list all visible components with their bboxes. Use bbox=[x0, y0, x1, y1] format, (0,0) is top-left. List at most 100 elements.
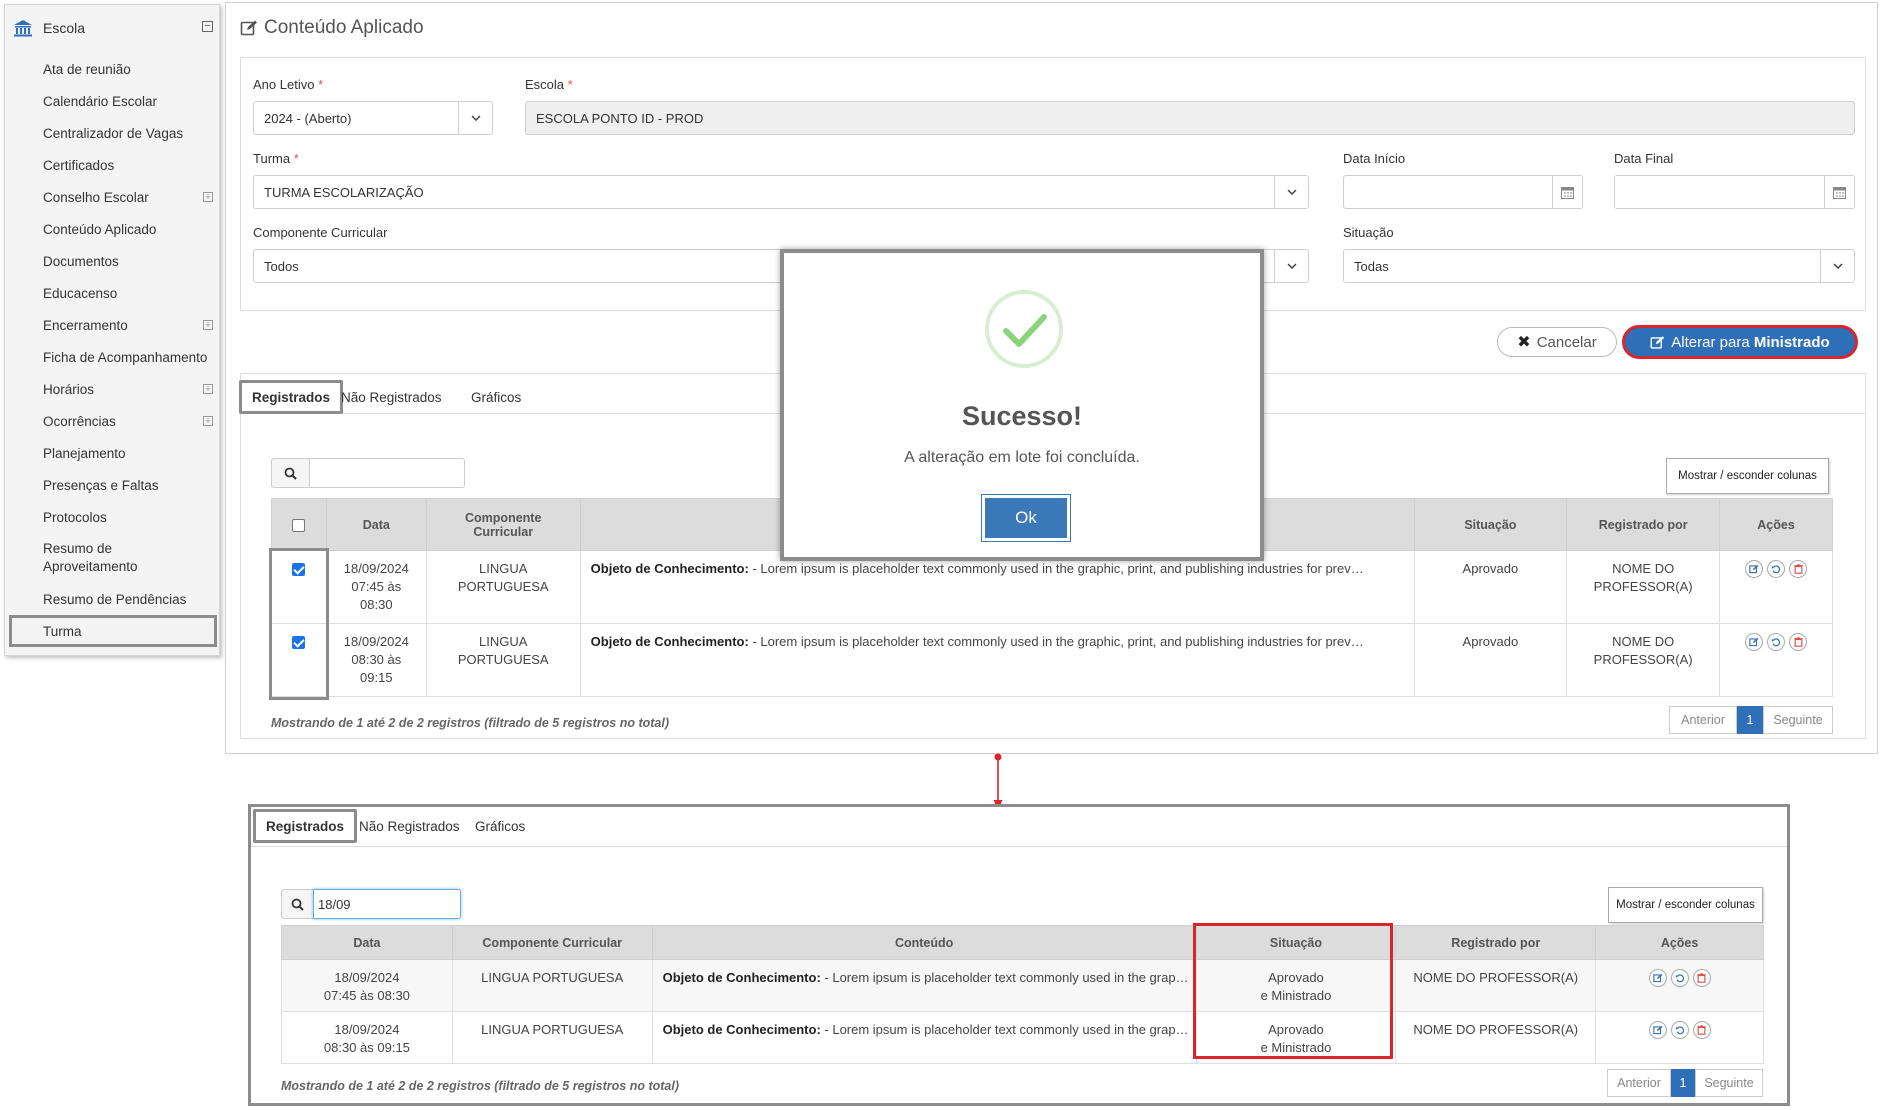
edit-icon[interactable] bbox=[1648, 969, 1667, 987]
pagination-prev[interactable]: Anterior bbox=[1669, 706, 1737, 734]
edit-icon[interactable] bbox=[1745, 633, 1764, 651]
trash-icon[interactable] bbox=[1692, 1021, 1711, 1039]
table-row[interactable]: 18/09/2024 08:30 às 09:15 LINGUA PORTUGUESA… bbox=[271, 623, 1833, 697]
sidebar-item-label: Presenças e Faltas bbox=[43, 477, 159, 493]
toggle-columns-button[interactable]: Mostrar / esconder colunas bbox=[1608, 887, 1763, 923]
trash-icon[interactable] bbox=[1789, 560, 1808, 578]
status-cell: Aprovado bbox=[1413, 550, 1568, 624]
pagination-next[interactable]: Seguinte bbox=[1695, 1069, 1763, 1097]
status-highlight bbox=[1193, 923, 1393, 1059]
tab-nao-registrados[interactable]: Não Registrados bbox=[349, 809, 470, 843]
data-final-input[interactable] bbox=[1614, 175, 1855, 209]
trash-icon[interactable] bbox=[1692, 969, 1711, 987]
column-header-componente[interactable]: Componente Curricular bbox=[451, 925, 653, 960]
column-header-situacao[interactable]: Situação bbox=[1413, 498, 1568, 551]
data-inicio-input[interactable] bbox=[1343, 175, 1583, 209]
pagination-page[interactable]: 1 bbox=[1671, 1069, 1695, 1097]
search-input[interactable] bbox=[309, 458, 465, 488]
pagination-page[interactable]: 1 bbox=[1737, 706, 1763, 734]
pagination-next[interactable]: Seguinte bbox=[1763, 706, 1833, 734]
situacao-value: Todas bbox=[1354, 258, 1389, 274]
professor-cell: NOME DO PROFESSOR(A) bbox=[1566, 550, 1721, 624]
expand-icon[interactable]: + bbox=[203, 384, 213, 394]
table-row[interactable]: 18/09/2024 07:45 às 08:30 LINGUA PORTUGUE… bbox=[281, 959, 1764, 1012]
collapse-icon[interactable]: – bbox=[202, 21, 213, 32]
select-all-checkbox[interactable] bbox=[292, 518, 306, 532]
sidebar-item-horarios[interactable]: Horários + bbox=[5, 373, 221, 405]
toggle-columns-button[interactable]: Mostrar / esconder colunas bbox=[1666, 458, 1829, 494]
turma-select[interactable]: TURMA ESCOLARIZAÇÃO bbox=[253, 175, 1309, 209]
tab-graficos[interactable]: Gráficos bbox=[465, 809, 535, 843]
search-input[interactable]: 18/09 bbox=[313, 889, 461, 919]
close-icon: ✖ bbox=[1517, 334, 1531, 351]
calendar-icon[interactable] bbox=[1552, 176, 1582, 208]
expand-icon[interactable]: + bbox=[203, 416, 213, 426]
sidebar-item-conteudo-aplicado[interactable]: Conteúdo Aplicado bbox=[5, 213, 221, 245]
tab-registrados[interactable]: Registrados bbox=[253, 809, 358, 843]
expand-icon[interactable]: + bbox=[203, 320, 213, 330]
professor-cell: NOME DO PROFESSOR(A) bbox=[1395, 959, 1597, 1012]
undo-icon[interactable] bbox=[1670, 1021, 1689, 1039]
ano-letivo-select[interactable]: 2024 - (Aberto) bbox=[253, 101, 493, 135]
sidebar-item-presencas-e-faltas[interactable]: Presenças e Faltas bbox=[5, 469, 221, 501]
search-icon bbox=[271, 458, 309, 488]
professor-cell: NOME DO PROFESSOR(A) bbox=[1395, 1011, 1597, 1064]
tab-graficos[interactable]: Gráficos bbox=[461, 380, 531, 414]
table-row[interactable]: 18/09/2024 07:45 às 08:30 LINGUA PORTUGUESA… bbox=[271, 550, 1833, 624]
sidebar-item-ata-de-reuniao[interactable]: Ata de reunião bbox=[5, 53, 221, 85]
sidebar-item-label: Conteúdo Aplicado bbox=[43, 221, 157, 237]
sidebar-item-protocolos[interactable]: Protocolos bbox=[5, 501, 221, 533]
actions-cell bbox=[1719, 623, 1833, 697]
escola-field: ESCOLA PONTO ID - PROD bbox=[525, 101, 1855, 135]
sidebar-item-label: Planejamento bbox=[43, 445, 126, 461]
table-info: Mostrando de 1 até 2 de 2 registros (fil… bbox=[271, 716, 669, 730]
sidebar-item-label: Certificados bbox=[43, 157, 115, 173]
pagination-prev[interactable]: Anterior bbox=[1607, 1069, 1671, 1097]
table-row[interactable]: 18/09/2024 08:30 às 09:15 LINGUA PORTUGUE… bbox=[281, 1011, 1764, 1064]
date-cell: 18/09/2024 08:30 às 09:15 bbox=[325, 623, 427, 697]
sidebar-item-label: Ocorrências bbox=[43, 413, 116, 429]
column-header-componente[interactable]: Componente Curricular bbox=[425, 498, 581, 551]
edit-icon[interactable] bbox=[1745, 560, 1764, 578]
sidebar-item-label: Ata de reunião bbox=[43, 61, 131, 77]
column-header-registrado-por[interactable]: Registrado por bbox=[1566, 498, 1721, 551]
tab-registrados[interactable]: Registrados bbox=[239, 380, 344, 414]
sidebar-item-resumo-de-aproveitamento[interactable]: Resumo de Aproveitamento bbox=[5, 533, 221, 583]
chevron-down-icon bbox=[1274, 250, 1308, 282]
column-header-data[interactable]: Data bbox=[281, 925, 453, 960]
sidebar-item-ficha-de-acompanhamento[interactable]: Ficha de Acompanhamento bbox=[5, 341, 221, 373]
column-header-data[interactable]: Data bbox=[325, 498, 427, 551]
expand-icon[interactable]: + bbox=[203, 192, 213, 202]
trash-icon[interactable] bbox=[1789, 633, 1808, 651]
column-header-conteudo[interactable]: Conteúdo bbox=[651, 925, 1197, 960]
sidebar-item-label: Educacenso bbox=[43, 285, 118, 301]
cancel-button[interactable]: ✖ Cancelar bbox=[1497, 327, 1617, 357]
sidebar-item-conselho-escolar[interactable]: Conselho Escolar + bbox=[5, 181, 221, 213]
tab-nao-registrados[interactable]: Não Registrados bbox=[331, 380, 452, 414]
undo-icon[interactable] bbox=[1767, 633, 1786, 651]
edit-icon[interactable] bbox=[1648, 1021, 1667, 1039]
ok-button[interactable]: Ok bbox=[981, 494, 1071, 542]
calendar-icon[interactable] bbox=[1824, 176, 1854, 208]
success-check-icon bbox=[985, 290, 1063, 368]
sidebar-item-documentos[interactable]: Documentos bbox=[5, 245, 221, 277]
situacao-select[interactable]: Todas bbox=[1343, 249, 1855, 283]
alter-to-ministrado-button[interactable]: Alterar para Ministrado bbox=[1622, 325, 1858, 359]
sidebar-item-encerramento[interactable]: Encerramento + bbox=[5, 309, 221, 341]
date-cell: 18/09/2024 08:30 às 09:15 bbox=[281, 1011, 453, 1064]
sidebar-header-escola[interactable]: Escola – bbox=[13, 15, 213, 41]
sidebar-item-ocorrencias[interactable]: Ocorrências + bbox=[5, 405, 221, 437]
sidebar-item-centralizador-de-vagas[interactable]: Centralizador de Vagas bbox=[5, 117, 221, 149]
page-title: Conteúdo Aplicado bbox=[240, 17, 424, 39]
sidebar-item-resumo-de-pendencias[interactable]: Resumo de Pendências bbox=[5, 583, 221, 615]
undo-icon[interactable] bbox=[1670, 969, 1689, 987]
undo-icon[interactable] bbox=[1767, 560, 1786, 578]
sidebar-item-certificados[interactable]: Certificados bbox=[5, 149, 221, 181]
content-cell: Objeto de Conhecimento: - Lorem ipsum is… bbox=[651, 1011, 1197, 1064]
sidebar-item-planejamento[interactable]: Planejamento bbox=[5, 437, 221, 469]
sidebar-item-turma[interactable]: Turma bbox=[9, 615, 217, 647]
chevron-down-icon bbox=[1274, 176, 1308, 208]
sidebar-item-educacenso[interactable]: Educacenso bbox=[5, 277, 221, 309]
column-header-registrado-por[interactable]: Registrado por bbox=[1395, 925, 1597, 960]
sidebar-item-calendario-escolar[interactable]: Calendário Escolar bbox=[5, 85, 221, 117]
